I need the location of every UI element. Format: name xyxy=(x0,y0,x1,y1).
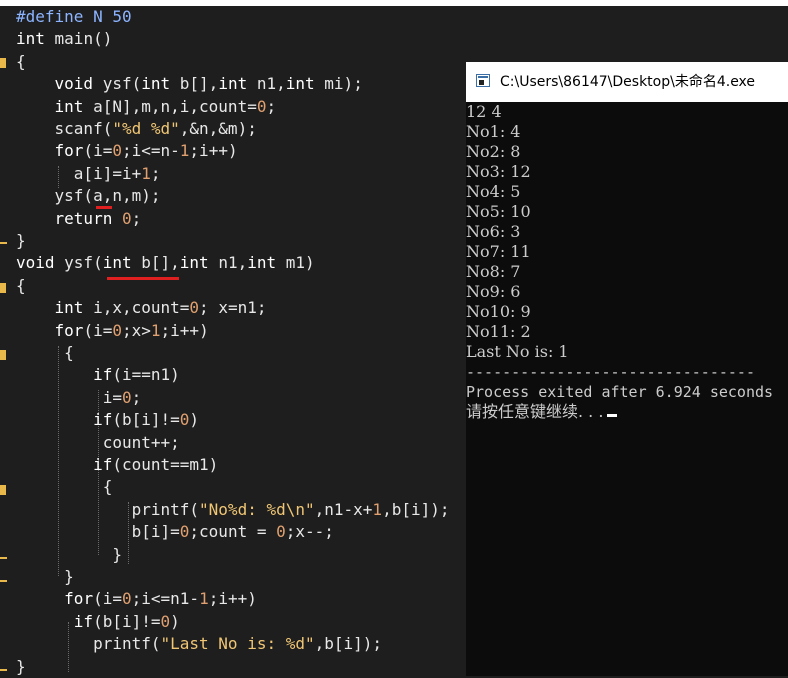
code-line[interactable]: for(i=0;i<=n1-1;i++) xyxy=(16,588,257,610)
code-line[interactable]: void ysf(int b[],int n1,int mi); xyxy=(16,73,363,95)
console-output-line: No5: 10 xyxy=(466,202,531,221)
code-line[interactable]: if(count==m1) xyxy=(16,454,218,476)
code-line[interactable]: if(i==n1) xyxy=(16,364,180,386)
console-output-line: -------------------------------- xyxy=(466,363,755,381)
code-line[interactable]: { xyxy=(16,275,26,297)
code-line[interactable]: } xyxy=(16,656,26,678)
code-line[interactable]: count++; xyxy=(16,432,180,454)
code-line[interactable]: for(i=0;i<=n-1;i++) xyxy=(16,140,238,162)
code-line[interactable]: } xyxy=(16,230,26,252)
fold-end-marker xyxy=(0,580,7,582)
console-title: C:\Users\86147\Desktop\未命名4.exe xyxy=(500,74,756,90)
code-line[interactable]: } xyxy=(16,544,122,566)
console-output-line: Last No is: 1 xyxy=(466,342,569,361)
console-output[interactable]: 12 4 No1: 4 No2: 8 No3: 12 No4: 5 No5: 10 No6:… xyxy=(466,102,788,676)
console-output-line: No4: 5 xyxy=(466,182,521,201)
console-output-line: No3: 12 xyxy=(466,162,531,181)
console-output-line: No7: 11 xyxy=(466,242,531,261)
code-line[interactable]: int main() xyxy=(16,28,112,50)
console-output-line: No11: 2 xyxy=(466,322,531,341)
console-output-line: No1: 4 xyxy=(466,122,521,141)
fold-end-marker xyxy=(0,669,7,671)
console-output-line: No10: 9 xyxy=(466,302,531,321)
console-output-line: No2: 8 xyxy=(466,142,521,161)
code-line[interactable]: printf("No%d: %d\n",n1-x+1,b[i]); xyxy=(16,499,450,521)
code-line[interactable]: { xyxy=(16,342,74,364)
console-window[interactable]: C:\Users\86147\Desktop\未命名4.exe 12 4 No1:… xyxy=(466,62,788,676)
fold-end-marker xyxy=(0,557,7,559)
console-output-line: No6: 3 xyxy=(466,222,521,241)
fold-marker[interactable] xyxy=(0,350,6,360)
code-line[interactable]: return 0; xyxy=(16,208,142,230)
code-line[interactable]: if(b[i]!=0) xyxy=(16,409,199,431)
console-cursor xyxy=(607,414,618,417)
code-line[interactable]: for(i=0;x>1;i++) xyxy=(16,320,209,342)
code-line[interactable]: } xyxy=(16,566,74,588)
code-line[interactable]: { xyxy=(16,51,26,73)
console-output-line: 请按任意键继续. . . xyxy=(466,402,788,422)
error-squiggle xyxy=(107,277,179,280)
console-app-icon xyxy=(476,74,490,87)
error-squiggle xyxy=(96,206,112,209)
fold-marker[interactable] xyxy=(0,283,6,293)
code-line[interactable]: void ysf(int b[],int n1,int m1) xyxy=(16,252,315,274)
console-output-line: Process exited after 6.924 seconds xyxy=(466,383,774,401)
code-line[interactable]: b[i]=0;count = 0;x--; xyxy=(16,521,334,543)
fold-marker[interactable] xyxy=(0,485,6,495)
code-line[interactable]: int i,x,count=0; x=n1; xyxy=(16,297,267,319)
code-line[interactable]: scanf("%d %d",&n,&m); xyxy=(16,118,257,140)
code-line[interactable]: #define N 50 xyxy=(16,6,132,28)
console-output-line: No9: 6 xyxy=(466,282,521,301)
code-line[interactable]: if(b[i]!=0) xyxy=(16,611,180,633)
code-line[interactable]: ysf(a,n,m); xyxy=(16,185,161,207)
console-titlebar[interactable]: C:\Users\86147\Desktop\未命名4.exe xyxy=(466,62,788,102)
console-output-line: 12 4 xyxy=(466,102,502,121)
code-line[interactable]: a[i]=i+1; xyxy=(16,163,161,185)
code-line[interactable]: printf("Last No is: %d",b[i]); xyxy=(16,633,382,655)
console-output-line: No8: 7 xyxy=(466,262,521,281)
code-line[interactable]: int a[N],m,n,i,count=0; xyxy=(16,96,277,118)
code-line[interactable]: { xyxy=(16,476,113,498)
fold-end-marker xyxy=(0,242,7,244)
code-line[interactable]: i=0; xyxy=(16,387,142,409)
fold-marker[interactable] xyxy=(0,58,6,68)
